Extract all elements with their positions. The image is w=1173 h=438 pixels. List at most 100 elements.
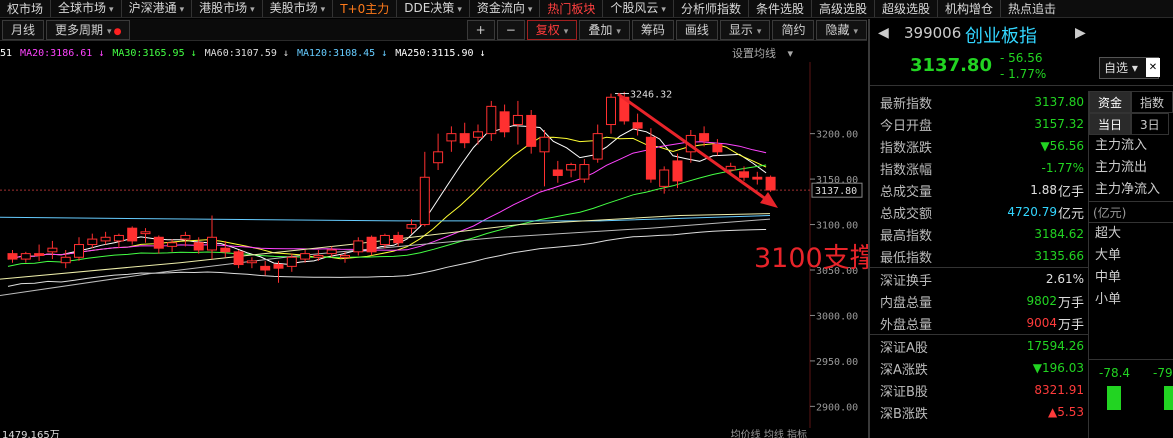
period-month-button[interactable]: 月线	[2, 19, 45, 40]
menu-item-3[interactable]: 港股市场 ▾	[191, 0, 262, 17]
stat-value: -1.77%	[1041, 161, 1084, 175]
stat-value: 3135.66	[1034, 249, 1084, 263]
display-button[interactable]: 显示 ▾	[719, 19, 771, 40]
candle-body	[406, 224, 417, 229]
flow-tabs-2: 当日 3日	[1089, 113, 1173, 135]
candle-body	[379, 234, 390, 246]
menu-item-1[interactable]: 全球市场 ▾	[50, 0, 121, 17]
chevron-down-icon: ▾	[661, 4, 666, 15]
candle-body	[60, 256, 71, 264]
flow-item: 主力流入	[1095, 138, 1148, 153]
more-period-button[interactable]: 更多周期 ▾ ●	[46, 19, 131, 40]
candle-body	[180, 234, 191, 240]
menu-item-0[interactable]: 权市场	[0, 0, 50, 17]
candle-body	[87, 238, 98, 246]
chevron-down-icon: ▾	[457, 4, 462, 15]
candle-body	[752, 176, 763, 180]
stat-row: 指数涨幅 -1.77%	[870, 157, 1088, 179]
menu-item-label: 分析师指数	[680, 1, 741, 16]
index-name: 创业板指	[965, 26, 1037, 47]
chevron-down-icon: ▾	[107, 26, 112, 37]
bottom-tabs[interactable]: 均价线 均线 指标	[731, 428, 807, 438]
stat-value: 9802	[1026, 294, 1057, 308]
stat-value: 17594.26	[1026, 339, 1084, 353]
close-icon[interactable]: ✕	[1146, 58, 1160, 77]
draw-line-button[interactable]: 画线	[675, 19, 718, 40]
zoom-in-button[interactable]: +	[466, 19, 495, 40]
candle-body	[47, 247, 58, 253]
tab-today[interactable]: 当日	[1089, 113, 1132, 135]
stat-unit: 万手	[1057, 317, 1084, 333]
chevron-down-icon: ▾	[527, 4, 533, 15]
stat-label: 指数涨跌	[880, 140, 933, 156]
stat-label: 外盘总量	[880, 317, 933, 333]
menu-item-7[interactable]: 资金流向 ▾	[468, 0, 540, 17]
change-pct: - 1.77%	[1000, 67, 1047, 81]
chevron-down-icon: ▾	[756, 26, 762, 37]
menu-item-4[interactable]: 美股市场 ▾	[261, 0, 333, 17]
chips-button[interactable]: 筹码	[631, 19, 674, 40]
trend-arrow-head	[760, 192, 778, 208]
menu-item-15[interactable]: 热点追击	[1000, 0, 1063, 17]
menu-item-14[interactable]: 机构增仓	[937, 0, 1000, 17]
tab-3day[interactable]: 3日	[1131, 113, 1169, 135]
candlestick-chart[interactable]: 3200.003150.003100.003050.003000.002950.…	[0, 62, 867, 428]
menu-item-10[interactable]: 分析师指数	[672, 0, 748, 17]
stat-value: 3184.62	[1034, 227, 1084, 241]
zoom-out-button[interactable]: −	[496, 19, 525, 40]
ma-settings-button[interactable]: 设置均线 ▾	[732, 45, 793, 61]
next-arrow-icon[interactable]: ▶	[1075, 25, 1086, 41]
tab-index[interactable]: 指数	[1131, 91, 1173, 113]
candle-body	[233, 251, 244, 266]
order-sizes: 超大 大单 中单 小单	[1089, 223, 1173, 311]
candle-body	[246, 260, 257, 264]
hide-label: 隐藏	[825, 22, 850, 37]
stat-label: 今日开盘	[880, 118, 933, 134]
order-size-label: 小单	[1095, 292, 1122, 307]
overlay-label: 叠加	[588, 22, 613, 37]
fuquan-button[interactable]: 复权 ▾	[526, 19, 578, 40]
menu-item-8[interactable]: 热门板块	[539, 0, 602, 17]
simple-button[interactable]: 简约	[772, 19, 815, 40]
stat-label: 最新指数	[880, 96, 933, 112]
candle-body	[592, 133, 603, 160]
menu-item-6[interactable]: DDE决策 ▾	[396, 0, 469, 17]
menu-item-11[interactable]: 条件选股	[747, 0, 811, 17]
menu-item-label: 沪深港通	[128, 0, 177, 15]
display-label: 显示	[728, 22, 753, 37]
flow-value-1: -78.4	[1099, 366, 1131, 380]
flow-bar-1	[1107, 386, 1121, 410]
chart-toolbar: 月线 更多周期 ▾ ● + − 复权 ▾ 叠加 ▾ 筹码 画线 显示 ▾ 简约 隐藏 ▾	[0, 19, 867, 41]
ma-legend-item: MA60:3107.59 ↓	[204, 47, 289, 59]
change-value: - 56.56	[1000, 51, 1043, 65]
menu-item-label: 全球市场	[58, 0, 107, 15]
candle-body	[193, 242, 204, 251]
menu-item-label: 美股市场	[269, 0, 318, 15]
stat-unit: 亿元	[1057, 206, 1084, 222]
candle-body	[286, 256, 297, 267]
candle-body	[113, 234, 124, 242]
candle-body	[7, 253, 18, 260]
menu-item-12[interactable]: 高级选股	[810, 0, 874, 17]
stat-row: 深证A股 17594.26	[870, 335, 1088, 357]
prev-arrow-icon[interactable]: ◀	[878, 25, 889, 41]
stat-label: 深B涨跌	[880, 406, 928, 422]
support-annotation: 3100支撑	[754, 243, 877, 274]
y-tick-label: 2900.00	[816, 402, 858, 413]
order-size-label: 中单	[1095, 270, 1122, 285]
candle-body	[100, 236, 111, 242]
tab-fund[interactable]: 资金	[1089, 91, 1132, 113]
menu-item-5[interactable]: T+0主力	[332, 0, 396, 17]
candle-body	[765, 176, 776, 191]
menu-item-label: 条件选股	[755, 1, 804, 16]
last-price-label: 3137.80	[815, 186, 857, 197]
hide-button[interactable]: 隐藏 ▾	[816, 19, 867, 40]
overlay-button[interactable]: 叠加 ▾	[579, 19, 630, 40]
stat-value: ▼196.03	[1032, 361, 1084, 375]
stat-row: 最新指数 3137.80	[870, 91, 1088, 113]
ma-legend-item: MA20:3186.61 ↓	[20, 47, 105, 59]
menu-item-13[interactable]: 超级选股	[874, 0, 937, 17]
candle-body	[526, 114, 537, 147]
menu-item-9[interactable]: 个股风云 ▾	[602, 0, 673, 17]
menu-item-2[interactable]: 沪深港通 ▾	[120, 0, 192, 17]
